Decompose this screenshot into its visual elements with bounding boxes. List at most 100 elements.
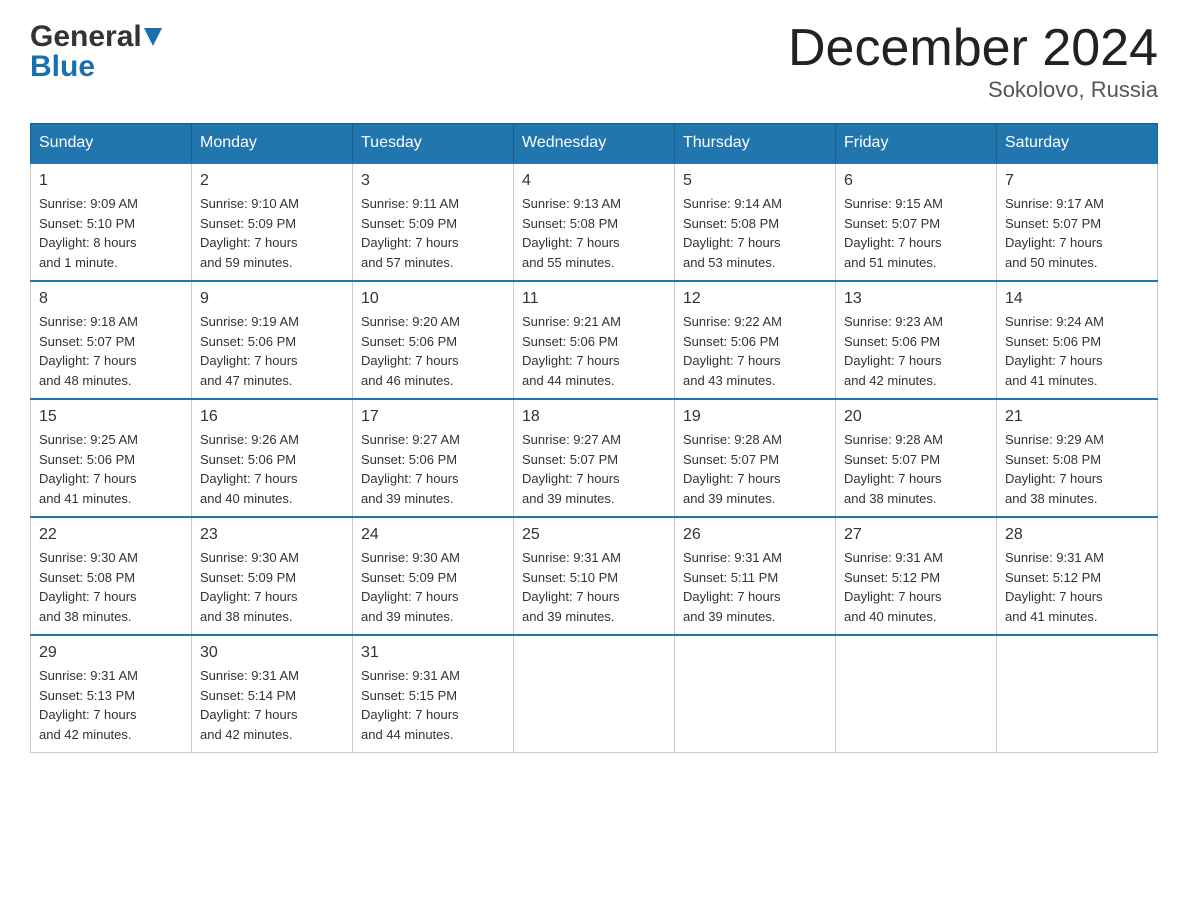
day-number: 9 <box>200 290 344 308</box>
day-number: 29 <box>39 644 183 662</box>
day-info: Sunrise: 9:29 AMSunset: 5:08 PMDaylight:… <box>1005 430 1149 508</box>
calendar-day-cell: 29 Sunrise: 9:31 AMSunset: 5:13 PMDaylig… <box>31 635 192 753</box>
day-number: 24 <box>361 526 505 544</box>
day-info: Sunrise: 9:31 AMSunset: 5:12 PMDaylight:… <box>1005 548 1149 626</box>
day-number: 11 <box>522 290 666 308</box>
day-info: Sunrise: 9:14 AMSunset: 5:08 PMDaylight:… <box>683 194 827 272</box>
calendar-week-row: 1 Sunrise: 9:09 AMSunset: 5:10 PMDayligh… <box>31 163 1158 281</box>
day-info: Sunrise: 9:28 AMSunset: 5:07 PMDaylight:… <box>844 430 988 508</box>
day-number: 2 <box>200 172 344 190</box>
day-number: 26 <box>683 526 827 544</box>
logo-general: General <box>30 20 162 54</box>
day-info: Sunrise: 9:30 AMSunset: 5:09 PMDaylight:… <box>200 548 344 626</box>
calendar-week-row: 15 Sunrise: 9:25 AMSunset: 5:06 PMDaylig… <box>31 399 1158 517</box>
day-number: 31 <box>361 644 505 662</box>
day-info: Sunrise: 9:13 AMSunset: 5:08 PMDaylight:… <box>522 194 666 272</box>
day-number: 13 <box>844 290 988 308</box>
calendar-day-cell: 6 Sunrise: 9:15 AMSunset: 5:07 PMDayligh… <box>836 163 997 281</box>
day-info: Sunrise: 9:17 AMSunset: 5:07 PMDaylight:… <box>1005 194 1149 272</box>
calendar-header-row: Sunday Monday Tuesday Wednesday Thursday… <box>31 124 1158 164</box>
page-title: December 2024 <box>788 20 1158 77</box>
calendar-day-cell: 20 Sunrise: 9:28 AMSunset: 5:07 PMDaylig… <box>836 399 997 517</box>
day-info: Sunrise: 9:11 AMSunset: 5:09 PMDaylight:… <box>361 194 505 272</box>
calendar-day-cell <box>675 635 836 753</box>
calendar-day-cell: 8 Sunrise: 9:18 AMSunset: 5:07 PMDayligh… <box>31 281 192 399</box>
page-subtitle: Sokolovo, Russia <box>788 77 1158 103</box>
calendar-day-cell: 3 Sunrise: 9:11 AMSunset: 5:09 PMDayligh… <box>353 163 514 281</box>
day-number: 30 <box>200 644 344 662</box>
page-header: General Blue December 2024 Sokolovo, Rus… <box>30 20 1158 103</box>
col-monday: Monday <box>192 124 353 164</box>
day-info: Sunrise: 9:25 AMSunset: 5:06 PMDaylight:… <box>39 430 183 508</box>
calendar-day-cell <box>836 635 997 753</box>
day-info: Sunrise: 9:30 AMSunset: 5:09 PMDaylight:… <box>361 548 505 626</box>
calendar-day-cell: 11 Sunrise: 9:21 AMSunset: 5:06 PMDaylig… <box>514 281 675 399</box>
day-number: 8 <box>39 290 183 308</box>
day-number: 28 <box>1005 526 1149 544</box>
day-number: 1 <box>39 172 183 190</box>
day-info: Sunrise: 9:22 AMSunset: 5:06 PMDaylight:… <box>683 312 827 390</box>
day-info: Sunrise: 9:31 AMSunset: 5:14 PMDaylight:… <box>200 666 344 744</box>
calendar-day-cell: 17 Sunrise: 9:27 AMSunset: 5:06 PMDaylig… <box>353 399 514 517</box>
day-number: 10 <box>361 290 505 308</box>
col-sunday: Sunday <box>31 124 192 164</box>
calendar-day-cell: 23 Sunrise: 9:30 AMSunset: 5:09 PMDaylig… <box>192 517 353 635</box>
day-info: Sunrise: 9:24 AMSunset: 5:06 PMDaylight:… <box>1005 312 1149 390</box>
calendar-day-cell: 5 Sunrise: 9:14 AMSunset: 5:08 PMDayligh… <box>675 163 836 281</box>
day-info: Sunrise: 9:21 AMSunset: 5:06 PMDaylight:… <box>522 312 666 390</box>
calendar-day-cell: 18 Sunrise: 9:27 AMSunset: 5:07 PMDaylig… <box>514 399 675 517</box>
day-info: Sunrise: 9:26 AMSunset: 5:06 PMDaylight:… <box>200 430 344 508</box>
calendar-week-row: 22 Sunrise: 9:30 AMSunset: 5:08 PMDaylig… <box>31 517 1158 635</box>
col-friday: Friday <box>836 124 997 164</box>
day-info: Sunrise: 9:10 AMSunset: 5:09 PMDaylight:… <box>200 194 344 272</box>
day-info: Sunrise: 9:28 AMSunset: 5:07 PMDaylight:… <box>683 430 827 508</box>
day-info: Sunrise: 9:31 AMSunset: 5:11 PMDaylight:… <box>683 548 827 626</box>
calendar-day-cell: 24 Sunrise: 9:30 AMSunset: 5:09 PMDaylig… <box>353 517 514 635</box>
calendar-day-cell: 1 Sunrise: 9:09 AMSunset: 5:10 PMDayligh… <box>31 163 192 281</box>
day-number: 25 <box>522 526 666 544</box>
logo: General Blue <box>30 20 162 84</box>
calendar-day-cell: 14 Sunrise: 9:24 AMSunset: 5:06 PMDaylig… <box>997 281 1158 399</box>
title-section: December 2024 Sokolovo, Russia <box>788 20 1158 103</box>
day-info: Sunrise: 9:31 AMSunset: 5:15 PMDaylight:… <box>361 666 505 744</box>
calendar-day-cell: 31 Sunrise: 9:31 AMSunset: 5:15 PMDaylig… <box>353 635 514 753</box>
day-number: 27 <box>844 526 988 544</box>
calendar-day-cell: 16 Sunrise: 9:26 AMSunset: 5:06 PMDaylig… <box>192 399 353 517</box>
day-number: 7 <box>1005 172 1149 190</box>
calendar-day-cell: 9 Sunrise: 9:19 AMSunset: 5:06 PMDayligh… <box>192 281 353 399</box>
calendar-day-cell: 21 Sunrise: 9:29 AMSunset: 5:08 PMDaylig… <box>997 399 1158 517</box>
day-number: 16 <box>200 408 344 426</box>
calendar-day-cell <box>997 635 1158 753</box>
day-info: Sunrise: 9:15 AMSunset: 5:07 PMDaylight:… <box>844 194 988 272</box>
day-number: 20 <box>844 408 988 426</box>
calendar-day-cell: 26 Sunrise: 9:31 AMSunset: 5:11 PMDaylig… <box>675 517 836 635</box>
calendar-day-cell: 28 Sunrise: 9:31 AMSunset: 5:12 PMDaylig… <box>997 517 1158 635</box>
col-saturday: Saturday <box>997 124 1158 164</box>
day-info: Sunrise: 9:30 AMSunset: 5:08 PMDaylight:… <box>39 548 183 626</box>
day-number: 17 <box>361 408 505 426</box>
calendar-day-cell: 2 Sunrise: 9:10 AMSunset: 5:09 PMDayligh… <box>192 163 353 281</box>
day-info: Sunrise: 9:31 AMSunset: 5:10 PMDaylight:… <box>522 548 666 626</box>
calendar-day-cell: 7 Sunrise: 9:17 AMSunset: 5:07 PMDayligh… <box>997 163 1158 281</box>
day-info: Sunrise: 9:31 AMSunset: 5:12 PMDaylight:… <box>844 548 988 626</box>
day-number: 22 <box>39 526 183 544</box>
day-number: 21 <box>1005 408 1149 426</box>
day-number: 18 <box>522 408 666 426</box>
calendar-day-cell: 27 Sunrise: 9:31 AMSunset: 5:12 PMDaylig… <box>836 517 997 635</box>
day-info: Sunrise: 9:31 AMSunset: 5:13 PMDaylight:… <box>39 666 183 744</box>
calendar-day-cell: 13 Sunrise: 9:23 AMSunset: 5:06 PMDaylig… <box>836 281 997 399</box>
day-number: 19 <box>683 408 827 426</box>
calendar-day-cell: 30 Sunrise: 9:31 AMSunset: 5:14 PMDaylig… <box>192 635 353 753</box>
day-info: Sunrise: 9:18 AMSunset: 5:07 PMDaylight:… <box>39 312 183 390</box>
day-info: Sunrise: 9:09 AMSunset: 5:10 PMDaylight:… <box>39 194 183 272</box>
calendar-day-cell: 10 Sunrise: 9:20 AMSunset: 5:06 PMDaylig… <box>353 281 514 399</box>
logo-blue: Blue <box>30 50 162 84</box>
col-wednesday: Wednesday <box>514 124 675 164</box>
day-number: 4 <box>522 172 666 190</box>
day-info: Sunrise: 9:27 AMSunset: 5:07 PMDaylight:… <box>522 430 666 508</box>
day-number: 3 <box>361 172 505 190</box>
calendar-day-cell: 15 Sunrise: 9:25 AMSunset: 5:06 PMDaylig… <box>31 399 192 517</box>
day-info: Sunrise: 9:27 AMSunset: 5:06 PMDaylight:… <box>361 430 505 508</box>
calendar-week-row: 8 Sunrise: 9:18 AMSunset: 5:07 PMDayligh… <box>31 281 1158 399</box>
calendar-day-cell <box>514 635 675 753</box>
